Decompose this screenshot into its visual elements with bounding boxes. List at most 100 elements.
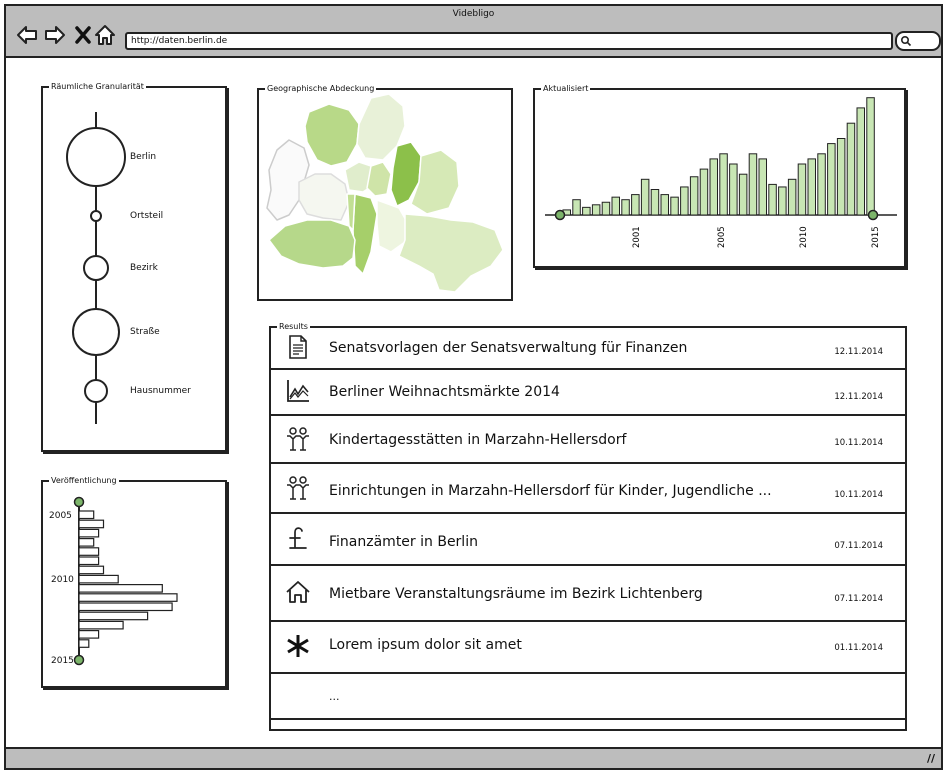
updated-bar: [856, 107, 865, 216]
range-handle-start[interactable]: [73, 496, 85, 508]
granularity-label: Straße: [130, 327, 160, 337]
granularity-label: Berlin: [130, 152, 157, 162]
result-row[interactable]: Finanzämter in Berlin 07.11.2014: [271, 514, 905, 566]
publication-bar: [78, 565, 105, 575]
result-date: 12.11.2014: [834, 347, 883, 357]
result-date: 07.11.2014: [834, 594, 883, 604]
result-title: Finanzämter in Berlin: [329, 534, 478, 550]
close-icon[interactable]: [72, 24, 94, 46]
result-row[interactable]: Berliner Weihnachtsmärkte 2014 12.11.201…: [271, 370, 905, 416]
publication-bar: [78, 510, 95, 520]
updated-bar: [846, 122, 856, 216]
url-field[interactable]: http://daten.berlin.de: [125, 32, 893, 50]
result-date: 01.11.2014: [834, 643, 883, 653]
updated-tick-label: 2001: [632, 226, 642, 248]
browser-toolbar: Videbligo http://daten.berlin.de: [4, 4, 943, 58]
publication-bar: [78, 556, 100, 566]
updated-bar: [591, 204, 601, 216]
result-row-more[interactable]: ...: [271, 674, 905, 720]
publication-bar: [78, 630, 100, 639]
publication-bar: [78, 528, 100, 538]
publication-bar: [78, 519, 105, 529]
result-title: Berliner Weihnachtsmärkte 2014: [329, 384, 560, 400]
search-icon: [900, 35, 912, 47]
arrow-right-icon[interactable]: [44, 24, 66, 46]
updated-bar: [817, 153, 826, 216]
granularity-label: Hausnummer: [130, 386, 191, 396]
range-handle-end[interactable]: [867, 209, 879, 221]
children-icon: [287, 427, 309, 451]
result-date: 07.11.2014: [834, 541, 883, 551]
publication-bar: [78, 537, 95, 547]
publication-bar: [78, 602, 173, 612]
result-date: 10.11.2014: [834, 438, 883, 448]
updated-bar: [729, 163, 738, 216]
result-title: Einrichtungen in Marzahn-Hellersdorf für…: [329, 483, 772, 499]
children-icon: [287, 476, 309, 500]
result-title: Kindertagesstätten in Marzahn-Hellersdor…: [329, 432, 627, 448]
document-icon: [289, 335, 307, 359]
updated-bar: [758, 158, 767, 216]
publication-year-label: 2010: [51, 575, 74, 585]
updated-bar: [631, 194, 640, 216]
result-title: Senatsvorlagen der Senatsverwaltung für …: [329, 340, 688, 356]
publication-panel: Veröffentlichung 2005 2010 2015: [41, 475, 227, 688]
updated-bar: [807, 158, 816, 216]
publication-year-label: 2015: [51, 656, 74, 666]
line-chart-icon: [287, 380, 309, 402]
granularity-level-bezirk[interactable]: [83, 255, 109, 281]
updated-bar: [709, 158, 718, 216]
updated-bar: [797, 163, 807, 216]
window-title: Videbligo: [452, 9, 495, 19]
updated-histogram: 2001 2005 2010 2015: [545, 97, 897, 248]
coverage-panel: Geographische Abdeckung: [257, 83, 513, 301]
home-icon[interactable]: [94, 24, 116, 46]
house-icon: [286, 581, 310, 603]
updated-bar: [748, 153, 758, 216]
berlin-district-map[interactable]: [259, 90, 511, 299]
more-results-indicator: ...: [329, 690, 340, 703]
granularity-level-strasse[interactable]: [72, 308, 120, 356]
result-row[interactable]: Einrichtungen in Marzahn-Hellersdorf für…: [271, 464, 905, 514]
result-row[interactable]: Lorem ipsum dolor sit amet 01.11.2014: [271, 622, 905, 674]
updated-bar: [689, 176, 699, 216]
search-field[interactable]: [895, 31, 941, 51]
updated-bar: [670, 196, 679, 216]
granularity-level-berlin[interactable]: [66, 127, 126, 187]
result-title: Lorem ipsum dolor sit amet: [329, 637, 522, 653]
result-date: 10.11.2014: [834, 490, 883, 500]
granularity-level-hausnummer[interactable]: [84, 379, 108, 403]
range-handle-start[interactable]: [554, 209, 566, 221]
updated-bar: [738, 173, 748, 216]
result-row[interactable]: Mietbare Veranstaltungsräume im Bezirk L…: [271, 566, 905, 622]
pound-icon: [289, 527, 307, 549]
publication-bar: [78, 574, 119, 584]
updated-bar: [719, 153, 728, 216]
result-row[interactable]: Senatsvorlagen der Senatsverwaltung für …: [271, 328, 905, 370]
updated-bar: [601, 201, 611, 216]
publication-bar: [78, 639, 90, 648]
updated-bar: [621, 199, 630, 216]
updated-bar: [572, 199, 581, 216]
result-row[interactable]: Kindertagesstätten in Marzahn-Hellersdor…: [271, 416, 905, 464]
publication-year-label: 2005: [49, 511, 72, 521]
updated-bar: [611, 196, 620, 216]
granularity-panel: Räumliche Granularität Berlin Ortsteil B…: [41, 81, 227, 452]
result-date: 12.11.2014: [834, 392, 883, 402]
granularity-label: Bezirk: [130, 263, 158, 273]
asterisk-icon: [287, 635, 309, 657]
updated-bar: [640, 178, 650, 216]
resize-grip-icon[interactable]: //: [927, 752, 935, 765]
updated-bar: [582, 206, 591, 216]
updated-bar: [827, 143, 836, 216]
updated-bar: [768, 183, 777, 216]
granularity-label: Ortsteil: [130, 211, 164, 221]
updated-bar: [778, 186, 787, 216]
arrow-left-icon[interactable]: [16, 24, 38, 46]
updated-bar: [836, 138, 846, 216]
updated-bar: [660, 194, 669, 216]
granularity-level-ortsteil[interactable]: [90, 210, 102, 222]
results-panel: Results Senatsvorlagen der Senatsverwalt…: [269, 321, 907, 731]
range-handle-end[interactable]: [73, 654, 85, 666]
updated-tick-label: 2005: [717, 226, 727, 248]
